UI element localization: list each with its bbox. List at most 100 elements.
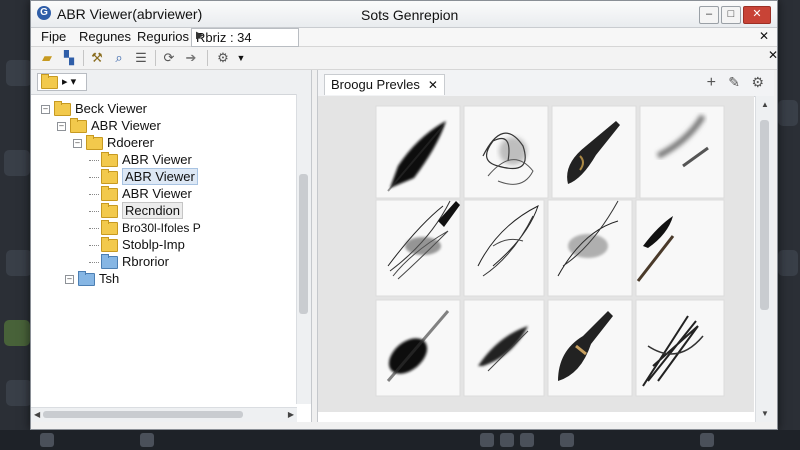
desktop-icon[interactable] — [4, 150, 30, 176]
scrollbar-thumb[interactable] — [760, 120, 769, 310]
tree-header: ▸ ▾ — [31, 70, 311, 95]
brush-thumbnail[interactable] — [639, 105, 725, 199]
desktop-icon[interactable] — [778, 100, 798, 126]
tab-brush-previews[interactable]: Broogu Prevles ✕ — [324, 74, 445, 95]
folder-icon — [101, 169, 118, 185]
collapse-icon[interactable]: – — [41, 105, 50, 115]
desktop-icon[interactable] — [6, 250, 32, 276]
close-window-button[interactable]: ✕ — [743, 6, 771, 24]
tree-node[interactable]: ABR Viewer — [89, 151, 192, 168]
refresh-icon[interactable]: ⟳ — [161, 50, 177, 66]
desktop-icon[interactable] — [4, 320, 30, 346]
tab-label: Broogu Prevles — [331, 77, 420, 92]
tree-node[interactable]: – Rdoerer — [73, 134, 154, 151]
tree-node[interactable]: – Beck Viewer — [41, 100, 147, 117]
brush-thumbnail[interactable] — [375, 105, 461, 199]
tree-node-label: Beck Viewer — [75, 101, 148, 116]
tree-vertical-scrollbar[interactable] — [296, 94, 311, 404]
preview-vertical-scrollbar[interactable]: ▲ ▼ — [755, 96, 774, 422]
tree-connector — [89, 245, 99, 247]
brush-preview-pane: Broogu Prevles ✕ + ✎ ⚙ ✕ ▲ ▼ — [317, 48, 778, 422]
menu-file[interactable]: Fipe — [39, 29, 68, 44]
scroll-right-icon[interactable]: ▶ — [288, 410, 294, 419]
taskbar-app-icon[interactable] — [520, 433, 534, 447]
folder-icon — [101, 203, 118, 219]
title-bar[interactable]: G ABR Viewer(abrviewer) Sots Genrepion –… — [31, 1, 777, 28]
chevron-down-icon[interactable]: ▼ — [233, 50, 249, 66]
close-icon[interactable]: ✕ — [428, 78, 438, 92]
folder-tree-pane: ▸ ▾ – Beck Viewer – ABR Viewer – Rdoerer AB… — [31, 70, 312, 422]
collapse-icon[interactable]: – — [65, 275, 74, 285]
desktop-icon[interactable] — [778, 250, 798, 276]
folder-tree: – Beck Viewer – ABR Viewer – Rdoerer ABR Vi… — [31, 96, 297, 402]
plus-icon[interactable]: + — [707, 74, 716, 92]
collapse-icon[interactable]: – — [57, 122, 66, 132]
tree-node-label: ABR Viewer — [122, 168, 198, 185]
tree-node-label: ABR Viewer — [91, 118, 161, 133]
minimize-button[interactable]: – — [699, 6, 719, 24]
menu-tab-rbriz[interactable]: Rbriz : 34 ▶ — [191, 28, 299, 47]
tree-node[interactable]: – ABR Viewer — [57, 117, 161, 134]
brush-thumbnail[interactable] — [463, 199, 545, 297]
brush-thumbnail[interactable] — [375, 299, 461, 397]
scroll-left-icon[interactable]: ◀ — [34, 410, 40, 419]
settings-icon[interactable]: ⚙ — [215, 50, 231, 66]
collapse-icon[interactable]: – — [73, 139, 82, 149]
folder-icon — [101, 220, 118, 236]
tree-node-label: ABR Viewer — [122, 152, 192, 167]
brush-thumbnail[interactable] — [635, 199, 725, 297]
scroll-up-icon[interactable]: ▲ — [761, 100, 769, 109]
taskbar-app-icon[interactable] — [40, 433, 54, 447]
tree-connector — [89, 160, 99, 162]
tree-nav-button[interactable]: ▸ ▾ — [37, 73, 87, 91]
close-icon[interactable]: ✕ — [768, 48, 778, 62]
menu-regunes[interactable]: Regunes — [77, 29, 133, 44]
brush-thumbnail[interactable] — [463, 105, 549, 199]
scrollbar-thumb[interactable] — [299, 174, 308, 314]
brush-thumbnail[interactable] — [551, 105, 637, 199]
tree-node[interactable]: ABR Viewer — [89, 168, 198, 185]
tree-connector — [89, 177, 99, 179]
brush-thumbnail[interactable] — [547, 199, 633, 297]
list-icon[interactable]: ☰ — [133, 50, 149, 66]
brush-thumbnail[interactable] — [547, 299, 633, 397]
desktop-icon[interactable] — [6, 380, 32, 406]
forward-icon[interactable]: ➔ — [183, 50, 199, 66]
brush-thumbnail[interactable] — [635, 299, 725, 397]
close-icon[interactable]: ✕ — [759, 29, 769, 43]
tree-nav-label: ▸ ▾ — [62, 76, 77, 88]
layout-icon[interactable]: ▚ — [61, 50, 77, 66]
taskbar-app-icon[interactable] — [140, 433, 154, 447]
tree-node[interactable]: Recndion — [89, 202, 183, 219]
search-icon[interactable]: ⌕ — [111, 50, 127, 66]
taskbar-app-icon[interactable] — [560, 433, 574, 447]
tree-node[interactable]: Bro30l-Ifoles P — [89, 219, 201, 236]
scrollbar-thumb[interactable] — [43, 411, 243, 418]
brush-icon[interactable]: ✎ — [728, 74, 740, 91]
tree-horizontal-scrollbar[interactable]: ◀ ▶ — [31, 407, 297, 422]
tools-icon[interactable]: ⚒ — [89, 50, 105, 66]
chevron-right-icon[interactable]: ▶ — [196, 30, 320, 41]
taskbar-app-icon[interactable] — [500, 433, 514, 447]
app-logo-icon: G — [37, 6, 51, 20]
open-folder-icon[interactable]: ▰ — [39, 50, 55, 66]
taskbar-app-icon[interactable] — [480, 433, 494, 447]
desktop-icon[interactable] — [6, 60, 32, 86]
folder-icon — [54, 101, 71, 117]
menu-regurios[interactable]: Regurios — [135, 29, 191, 44]
menu-bar: Fipe Regunes Regurios Rbriz : 34 ▶ ✕ — [31, 28, 777, 47]
folder-icon — [101, 254, 118, 270]
folder-icon — [86, 135, 103, 151]
settings-icon[interactable]: ⚙ — [751, 74, 764, 91]
tree-node[interactable]: ABR Viewer — [89, 185, 192, 202]
maximize-button[interactable]: □ — [721, 6, 741, 24]
brush-thumbnail[interactable] — [375, 199, 461, 297]
toolbar: ▰ ▚ ⚒ ⌕ ☰ ⟳ ➔ ⚙ ▼ — [31, 47, 777, 70]
tree-node[interactable]: – Tsh — [65, 270, 119, 287]
tree-node[interactable]: Stoblp-Imp — [89, 236, 185, 253]
taskbar-app-icon[interactable] — [700, 433, 714, 447]
brush-thumbnail[interactable] — [463, 299, 545, 397]
scroll-down-icon[interactable]: ▼ — [761, 409, 769, 418]
folder-icon — [41, 73, 58, 89]
tree-node[interactable]: Rbrorior — [89, 253, 169, 270]
